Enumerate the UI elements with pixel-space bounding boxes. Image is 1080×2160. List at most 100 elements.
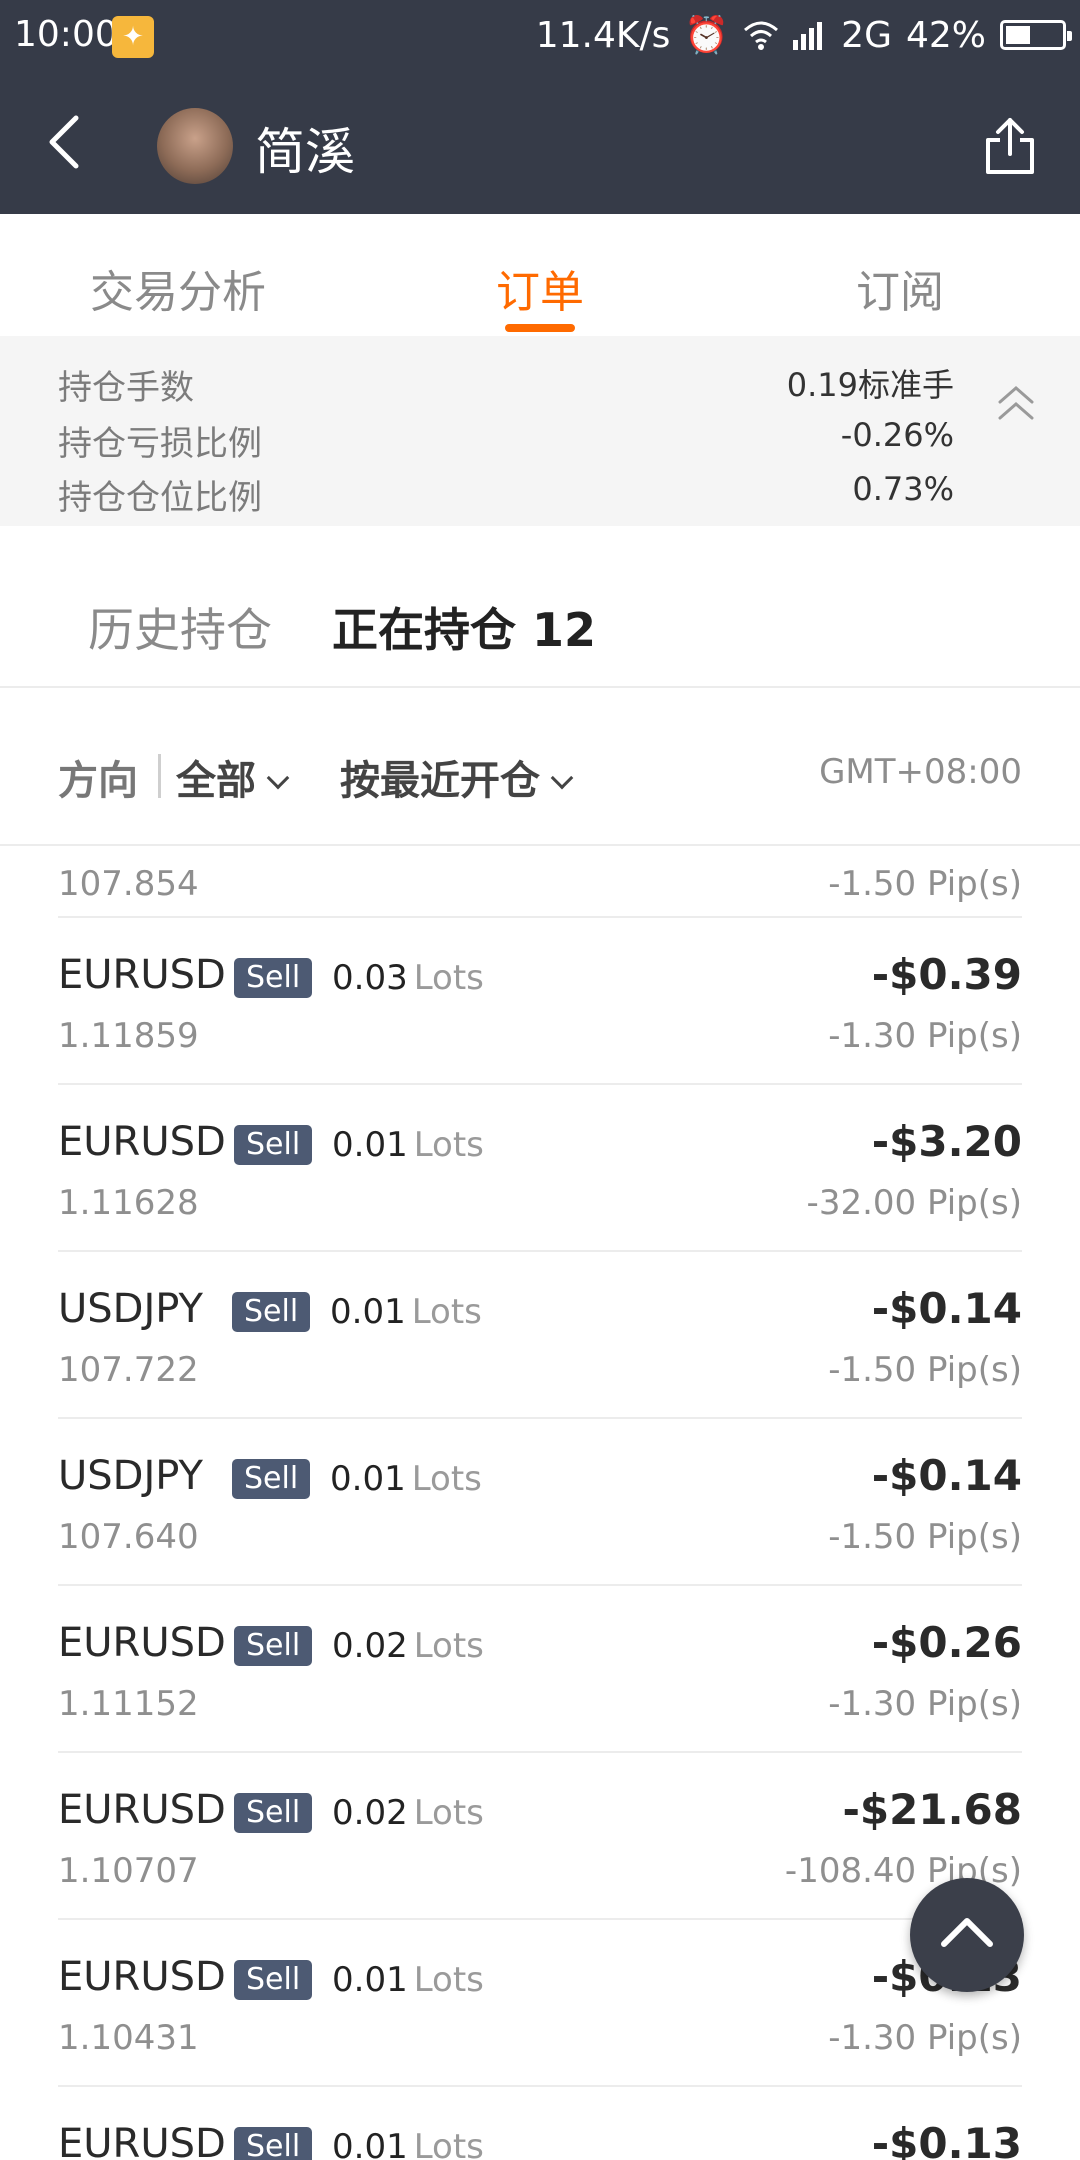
order-lots: 0.02 Lots — [332, 1793, 484, 1833]
lots-unit: Lots — [413, 1960, 484, 2000]
collapse-icon[interactable] — [994, 380, 1038, 430]
lots-value: 0.03 — [332, 958, 408, 998]
order-pnl: -$21.68 — [842, 1785, 1022, 1834]
chevron-up-icon — [941, 1918, 993, 1947]
status-time: 10:00 — [14, 14, 118, 55]
order-symbol: EURUSD — [58, 1620, 226, 1666]
alarm-icon: ⏰ — [684, 15, 730, 56]
page-title: 简溪 — [255, 123, 355, 181]
tab-history-positions[interactable]: 历史持仓 — [88, 594, 272, 660]
back-arrow-icon[interactable] — [40, 112, 100, 172]
order-symbol: USDJPY — [58, 1453, 203, 1499]
order-price: 107.722 — [58, 1350, 199, 1390]
active-tab-indicator — [505, 324, 575, 332]
lots-unit: Lots — [413, 1125, 484, 1165]
order-pnl: -$3.20 — [871, 1117, 1022, 1166]
summary-row: 持仓手数 0.19标准手 — [58, 360, 954, 409]
direction-label: 方向 — [58, 758, 138, 804]
order-price: 1.11628 — [58, 1183, 199, 1223]
order-row[interactable]: USDJPY Sell 0.01 Lots 107.722 -$0.14 -1.5… — [58, 1252, 1022, 1419]
tab-trade-analysis[interactable]: 交易分析 — [90, 256, 266, 320]
order-row[interactable]: EURUSD Sell 0.01 Lots -$0.13 — [58, 2087, 1022, 2160]
share-icon[interactable] — [982, 116, 1038, 176]
app-header: 简溪 — [0, 72, 1080, 214]
summary-label: 持仓手数 — [58, 368, 194, 408]
order-price: 1.11859 — [58, 1016, 199, 1056]
signal-icon — [793, 22, 823, 50]
scroll-to-top-button[interactable] — [910, 1878, 1024, 1992]
screen: 10:00 ✦ 11.4K/s ⏰ 2G 42% 简溪 交易分析 订单 订阅 持… — [0, 0, 1080, 2160]
lots-unit: Lots — [413, 958, 484, 998]
order-lots: 0.02 Lots — [332, 1626, 484, 1666]
lots-value: 0.01 — [330, 1459, 406, 1499]
order-pips: -1.50 Pip(s) — [828, 1517, 1022, 1557]
order-pips: -1.30 Pip(s) — [828, 1016, 1022, 1056]
direction-dropdown[interactable]: 全部 — [176, 748, 290, 806]
lots-value: 0.01 — [332, 2127, 408, 2160]
side-badge: Sell — [234, 958, 313, 998]
order-pips: -1.50 Pip(s) — [828, 864, 1022, 904]
order-row[interactable]: EURUSD Sell 0.02 Lots 1.10707 -$21.68 -10… — [58, 1753, 1022, 1920]
tab-subscribe[interactable]: 订阅 — [856, 256, 944, 320]
lots-unit: Lots — [413, 2127, 484, 2160]
order-pips: -1.50 Pip(s) — [828, 1350, 1022, 1390]
summary-value: 0.73% — [852, 470, 954, 508]
order-row[interactable]: EURUSD Sell 0.02 Lots 1.11152 -$0.26 -1.3… — [58, 1586, 1022, 1753]
order-symbol: EURUSD — [58, 952, 226, 998]
order-pnl: -$0.39 — [871, 950, 1022, 999]
sort-dropdown[interactable]: 按最近开仓 — [340, 748, 574, 806]
order-price: 1.10431 — [58, 2018, 199, 2058]
battery-icon — [1000, 20, 1072, 50]
wifi-icon — [744, 21, 779, 50]
summary-value: -0.26% — [840, 416, 954, 454]
lots-unit: Lots — [413, 1626, 484, 1666]
order-price: 107.854 — [58, 864, 199, 904]
tab-orders[interactable]: 订单 — [496, 256, 584, 320]
position-summary: 持仓手数 0.19标准手 持仓亏损比例 -0.26% 持仓仓位比例 0.73% — [0, 336, 1080, 526]
order-price: 1.10707 — [58, 1851, 199, 1891]
lots-value: 0.02 — [332, 1626, 408, 1666]
order-row[interactable]: EURUSD Sell 0.01Lots 1.10431 -$0.13 -1.3… — [58, 1920, 1022, 2087]
direction-value: 全部 — [176, 758, 256, 804]
order-lots: 0.03 Lots — [332, 958, 484, 998]
order-lots: 0.01 Lots — [332, 1960, 484, 2000]
tab-current-positions[interactable]: 正在持仓 12 — [332, 594, 596, 660]
status-indicators: 11.4K/s ⏰ 2G 42% — [536, 14, 1072, 56]
order-pips: -1.30 Pip(s) — [828, 2018, 1022, 2058]
main-tabs: 交易分析 订单 订阅 — [0, 214, 1080, 336]
order-symbol: USDJPY — [58, 1286, 203, 1332]
side-badge: Sell — [232, 1292, 311, 1332]
order-pips: -32.00 Pip(s) — [806, 1183, 1022, 1223]
lots-value: 0.01 — [330, 1292, 406, 1332]
lots-value: 0.02 — [332, 1793, 408, 1833]
summary-row: 持仓仓位比例 0.73% — [58, 470, 954, 519]
lots-unit: Lots — [413, 1793, 484, 1833]
order-symbol: EURUSD — [58, 1119, 226, 1165]
order-pnl: -$0.13 — [871, 2119, 1022, 2160]
summary-label: 持仓仓位比例 — [58, 478, 262, 518]
order-lots: 0.01 Lots — [330, 1292, 482, 1332]
side-badge: Sell — [232, 1459, 311, 1499]
order-row[interactable]: USDJPY Sell 0.01 Lots 107.640 -$0.14 -1.5… — [58, 1419, 1022, 1586]
order-row[interactable]: EURUSD Sell 0.03 Lots 1.11859 -$0.39 -1.3… — [58, 918, 1022, 1085]
chevron-down-icon — [550, 766, 574, 790]
order-lots: 0.01 Lots — [330, 1459, 482, 1499]
sort-value: 按最近开仓 — [340, 758, 540, 804]
order-row[interactable]: 107.854 -1.50 Pip(s) — [58, 846, 1022, 918]
status-bar: 10:00 ✦ 11.4K/s ⏰ 2G 42% — [0, 0, 1080, 72]
order-pnl: -$0.14 — [871, 1451, 1022, 1500]
order-pips: -1.30 Pip(s) — [828, 1684, 1022, 1724]
order-lots: 0.01 Lots — [332, 2127, 484, 2160]
game-app-icon: ✦ — [112, 16, 154, 58]
side-badge: Sell — [234, 1960, 313, 2000]
order-row[interactable]: EURUSD Sell 0.01 Lots 1.11628 -$3.20 -32.… — [58, 1085, 1022, 1252]
lots-unit: Lots — [411, 1292, 482, 1332]
order-price: 107.640 — [58, 1517, 199, 1557]
position-subtabs: 历史持仓 正在持仓 12 — [0, 526, 1080, 688]
lots-unit: Lots — [411, 1459, 482, 1499]
summary-label: 持仓亏损比例 — [58, 424, 262, 464]
side-badge: Sell — [234, 2127, 313, 2160]
avatar[interactable] — [157, 108, 233, 184]
side-badge: Sell — [234, 1626, 313, 1666]
divider — [158, 754, 161, 798]
